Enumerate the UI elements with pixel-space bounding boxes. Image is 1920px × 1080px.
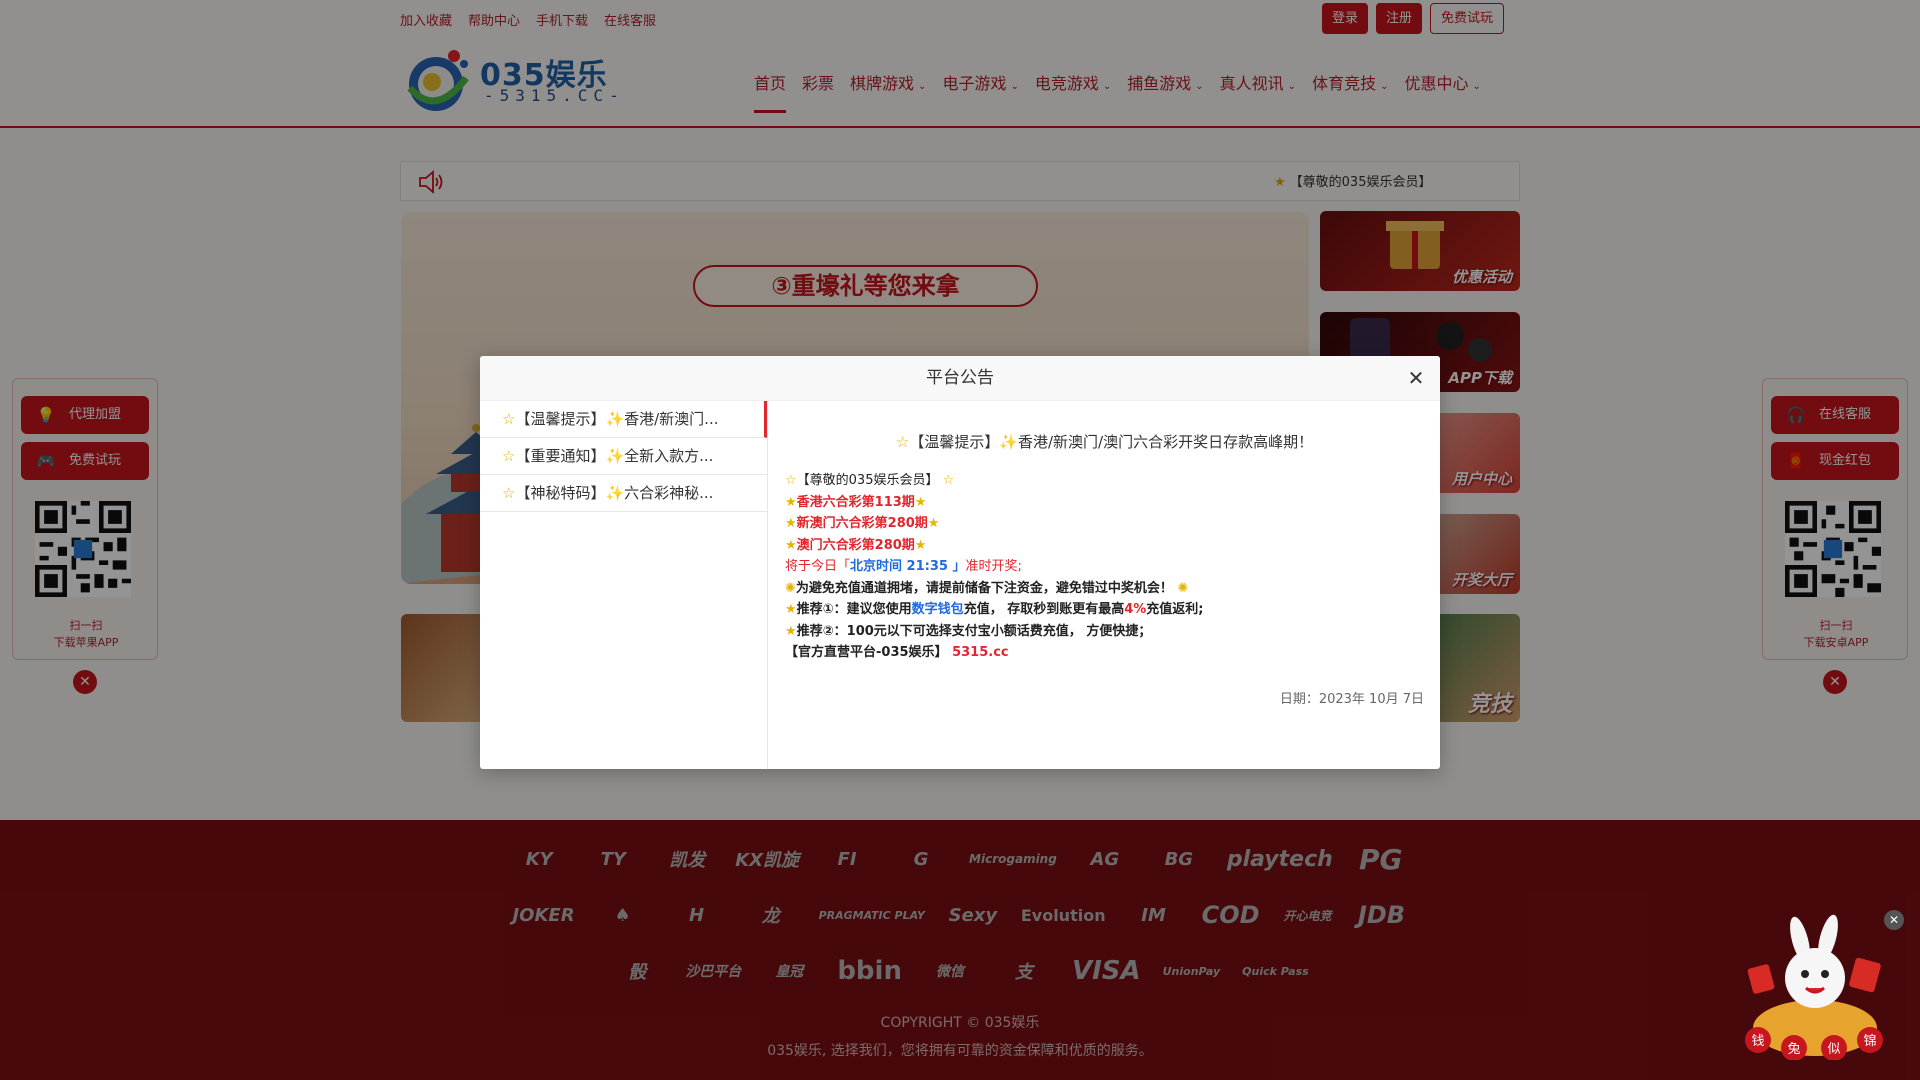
announcement-tab-tips[interactable]: ☆【温馨提示】✨香港/新澳门... — [480, 401, 767, 438]
official-platform-line: 【官方直营平台-035娱乐】 5315.cc — [785, 645, 1009, 660]
mascot-char: 似 — [1827, 1042, 1840, 1057]
star-icon: ★ — [785, 537, 797, 553]
star-icon: ★ — [785, 516, 797, 531]
digital-wallet-link[interactable]: 数字钱包 — [912, 602, 964, 617]
star-icon: ☆ — [785, 473, 797, 488]
sun-icon: ✺ — [785, 580, 796, 596]
star-icon: ★ — [927, 516, 940, 531]
warning-line: ✺为避免充值通道拥堵，请提前储备下注资金，避免错过中奖机会！ ✺ — [785, 580, 1189, 596]
announcement-tab-notice[interactable]: ☆【重要通知】✨全新入款方... — [480, 438, 767, 475]
announcement-greeting: ☆【尊敬的035娱乐会员】 ☆ — [785, 473, 955, 488]
star-icon: ☆ — [942, 473, 955, 488]
mascot-char: 兔 — [1787, 1042, 1800, 1057]
announcement-tab-list: ☆【温馨提示】✨香港/新澳门... ☆【重要通知】✨全新入款方... ☆【神秘特… — [480, 401, 768, 769]
star-icon: ☆ — [502, 484, 516, 502]
star-icon: ★ — [785, 623, 797, 639]
star-icon: ☆ — [502, 410, 516, 428]
star-icon: ★ — [785, 602, 797, 617]
star-icon: ★ — [785, 494, 797, 510]
official-url[interactable]: 5315.cc — [952, 645, 1009, 660]
star-icon: ☆ — [502, 447, 516, 465]
announcement-modal: 平台公告 ✕ ☆【温馨提示】✨香港/新澳门... ☆【重要通知】✨全新入款方..… — [480, 356, 1440, 769]
star-icon: ★ — [914, 537, 927, 553]
mascot-char: 钱 — [1751, 1034, 1764, 1049]
new-macau-lottery-line: ★新澳门六合彩第280期★ — [785, 516, 940, 531]
modal-header: 平台公告 ✕ — [480, 356, 1440, 401]
announcement-content: ☆【温馨提示】✨香港/新澳门/澳门六合彩开奖日存款高峰期！ ☆【尊敬的035娱乐… — [769, 401, 1440, 769]
draw-time-line: 将于今日「北京时间 21:35 」准时开奖; — [785, 559, 1022, 574]
close-icon[interactable]: ✕ — [1404, 366, 1428, 390]
recommend-2-line: ★推荐②：100元以下可选择支付宝小额话费充值， 方便快捷； — [785, 623, 1152, 639]
star-icon: ☆ — [895, 433, 910, 451]
macau-lottery-line: ★澳门六合彩第280期★ — [785, 537, 927, 553]
hk-lottery-line: ★香港六合彩第113期★ — [785, 494, 927, 510]
announcement-heading: ☆【温馨提示】✨香港/新澳门/澳门六合彩开奖日存款高峰期！ — [895, 433, 1314, 451]
mascot-char: 锦 — [1863, 1034, 1876, 1049]
recommend-1-line: ★推荐①：建议您使用数字钱包充值， 存取秒到账更有最高4%充值返利; — [785, 602, 1204, 617]
mascot-close-icon[interactable]: ✕ — [1884, 910, 1904, 930]
announcement-tab-secret[interactable]: ☆【神秘特码】✨六合彩神秘... — [480, 475, 767, 512]
star-icon: ★ — [914, 494, 927, 510]
sun-icon: ✺ — [1177, 580, 1189, 596]
rabbit-mascot[interactable]: 钱 兔 似 锦 — [1740, 910, 1890, 1060]
announcement-date: 日期：2023年 10月 7日 — [1279, 692, 1424, 707]
modal-title: 平台公告 — [926, 368, 994, 388]
